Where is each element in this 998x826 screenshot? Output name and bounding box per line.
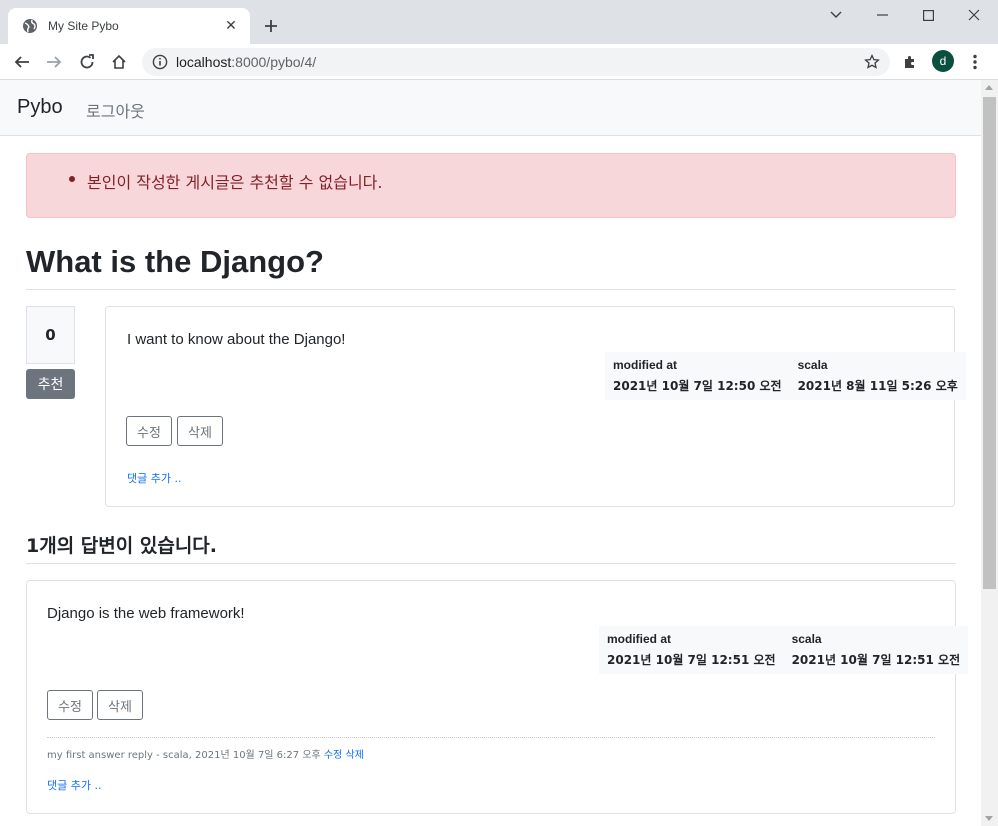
brand-link[interactable]: Pybo (17, 96, 63, 119)
info-icon[interactable] (152, 54, 168, 70)
recommend-button[interactable]: 추천 (26, 369, 75, 399)
question-content: I want to know about the Django! (127, 331, 346, 348)
profile-avatar[interactable]: d (932, 50, 954, 72)
page-scrollbar[interactable] (981, 80, 998, 826)
author-info: scala 2021년 8월 11일 5:26 오후 (790, 352, 966, 400)
bookmark-star-icon[interactable] (864, 54, 880, 70)
question-title: What is the Django? (26, 244, 324, 279)
forward-icon[interactable] (40, 48, 68, 76)
add-answer-comment-link[interactable]: 댓글 추가 .. (47, 777, 101, 793)
answer-count-heading: 1개의 답변이 있습니다. (26, 535, 218, 557)
add-question-comment-link[interactable]: 댓글 추가 .. (127, 470, 181, 486)
created-date: 2021년 10월 7일 12:51 오전 (791, 653, 961, 667)
bullet-icon (69, 176, 75, 182)
site-navbar: Pybo 로그아웃 (0, 80, 981, 136)
address-bar[interactable]: localhost:8000/pybo/4/ (142, 48, 890, 76)
modified-info: modified at 2021년 10월 7일 12:51 오전 (599, 626, 784, 674)
created-date: 2021년 8월 11일 5:26 오후 (797, 379, 958, 393)
answer-comment: my first answer reply - scala, 2021년 10월… (47, 737, 935, 761)
close-window-icon[interactable] (951, 0, 997, 30)
error-alert: 본인이 작성한 게시글은 추천할 수 없습니다. (26, 153, 956, 218)
comment-text: my first answer reply - scala, 2021년 10월… (47, 750, 321, 761)
tab-title: My Site Pybo (48, 19, 119, 33)
tab-search-icon[interactable] (813, 0, 859, 30)
new-tab-icon[interactable] (260, 15, 282, 37)
author-name: scala (797, 358, 828, 372)
delete-answer-button[interactable]: 삭제 (97, 690, 143, 720)
divider (26, 563, 956, 564)
menu-kebab-icon[interactable] (961, 48, 989, 76)
close-tab-icon[interactable]: ✕ (222, 17, 240, 35)
page-viewport: Pybo 로그아웃 본인이 작성한 게시글은 추천할 수 없습니다. What … (0, 80, 998, 826)
browser-tab[interactable]: My Site Pybo ✕ (8, 8, 250, 44)
modified-label: modified at (607, 632, 672, 646)
answer-card: Django is the web framework! modified at… (26, 580, 969, 814)
browser-tab-strip: My Site Pybo ✕ (0, 0, 998, 44)
maximize-icon[interactable] (905, 0, 951, 30)
edit-answer-button[interactable]: 수정 (47, 690, 93, 720)
author-name: scala (791, 632, 822, 646)
divider (26, 289, 956, 290)
minimize-icon[interactable] (859, 0, 905, 30)
url-text: localhost:8000/pybo/4/ (176, 54, 317, 70)
edit-comment-link[interactable]: 수정 (324, 750, 342, 761)
scroll-down-arrow-icon[interactable] (985, 816, 993, 821)
extensions-icon[interactable] (896, 48, 924, 76)
home-icon[interactable] (105, 48, 133, 76)
author-info: scala 2021년 10월 7일 12:51 오전 (784, 626, 969, 674)
edit-question-button[interactable]: 수정 (126, 416, 172, 446)
modified-date: 2021년 10월 7일 12:50 오전 (613, 379, 782, 393)
back-icon[interactable] (8, 48, 36, 76)
answer-meta: modified at 2021년 10월 7일 12:51 오전 scala … (599, 626, 969, 674)
scroll-up-arrow-icon[interactable] (985, 85, 993, 90)
question-meta: modified at 2021년 10월 7일 12:50 오전 scala … (605, 352, 966, 400)
answer-content: Django is the web framework! (47, 605, 245, 622)
reload-icon[interactable] (73, 48, 101, 76)
modified-date: 2021년 10월 7일 12:51 오전 (607, 653, 776, 667)
delete-comment-link[interactable]: 삭제 (346, 750, 364, 761)
delete-question-button[interactable]: 삭제 (177, 416, 223, 446)
logout-link[interactable]: 로그아웃 (86, 98, 145, 122)
scrollbar-thumb[interactable] (983, 97, 996, 589)
modified-label: modified at (613, 358, 678, 372)
modified-info: modified at 2021년 10월 7일 12:50 오전 (605, 352, 790, 400)
globe-icon (23, 19, 37, 33)
vote-count: 0 (26, 306, 75, 364)
browser-toolbar: localhost:8000/pybo/4/ d (0, 44, 998, 80)
question-card: I want to know about the Django! modifie… (105, 306, 966, 507)
alert-message: 본인이 작성한 게시글은 추천할 수 없습니다. (87, 173, 383, 192)
